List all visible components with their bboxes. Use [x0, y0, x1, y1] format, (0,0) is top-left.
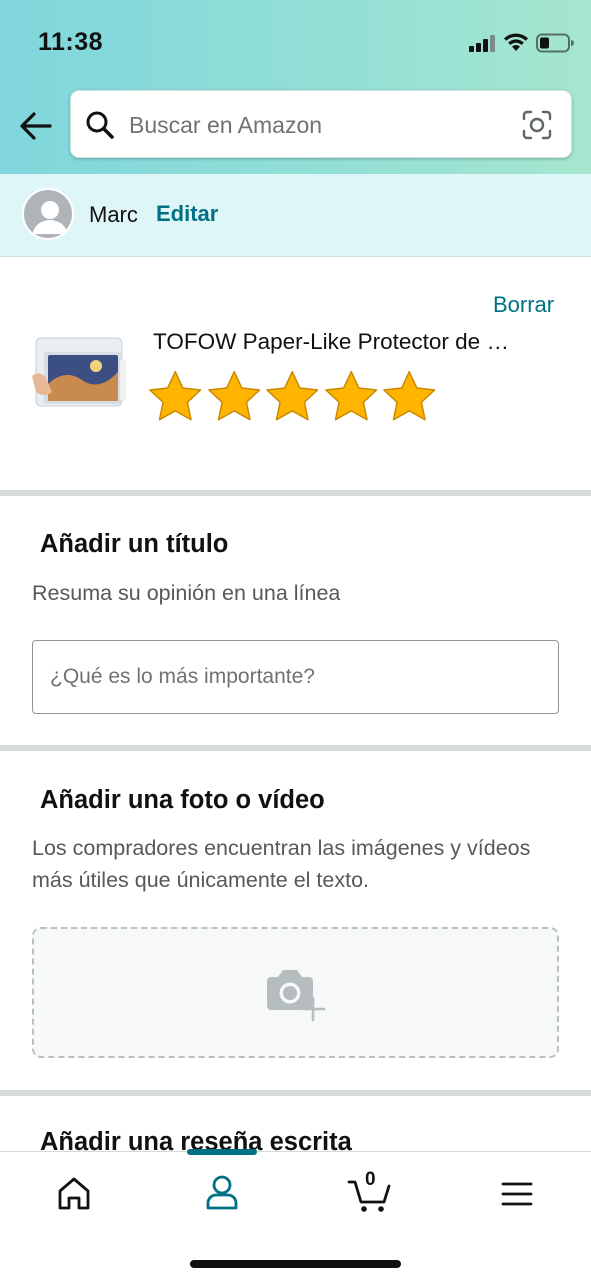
star-icon[interactable] — [263, 368, 322, 426]
camera-plus-icon — [267, 970, 326, 1022]
wifi-icon — [504, 33, 528, 51]
camera-scan-icon[interactable] — [522, 110, 552, 140]
user-name: Marc — [89, 202, 138, 227]
star-icon[interactable] — [322, 368, 381, 426]
search-input[interactable] — [129, 105, 509, 145]
star-rating[interactable] — [146, 368, 439, 426]
status-bar: 11:38 — [0, 0, 591, 86]
bottom-tab-bar: 0 — [0, 1149, 591, 1280]
home-indicator — [190, 1260, 401, 1268]
delete-link[interactable]: Borrar — [493, 292, 554, 318]
review-title-field[interactable] — [32, 640, 559, 714]
media-section-heading: Añadir una foto o vídeo — [40, 786, 325, 814]
section-divider — [0, 745, 591, 751]
cart-count: 0 — [365, 1169, 376, 1190]
cart-button[interactable]: 0 — [343, 1169, 403, 1214]
search-icon — [86, 111, 114, 139]
media-upload-dropzone[interactable] — [32, 927, 559, 1058]
section-divider — [0, 490, 591, 496]
active-tab-indicator — [187, 1149, 257, 1155]
product-card: Borrar TOFOW Paper-Like Protector de … — [0, 258, 591, 490]
star-icon[interactable] — [380, 368, 439, 426]
section-divider — [0, 1090, 591, 1096]
header: 11:38 — [0, 0, 591, 174]
edit-profile-link[interactable]: Editar — [156, 201, 218, 227]
title-section-heading: Añadir un título — [40, 530, 229, 558]
avatar[interactable] — [22, 188, 74, 240]
home-icon[interactable] — [44, 1170, 104, 1214]
menu-icon[interactable] — [487, 1170, 547, 1214]
star-icon[interactable] — [146, 368, 205, 426]
user-silhouette-icon — [33, 201, 67, 234]
cellular-signal-icon — [469, 35, 495, 52]
media-section-description: Los compradores encuentran las imágenes … — [32, 836, 531, 892]
search-bar[interactable] — [70, 90, 572, 158]
product-thumbnail — [32, 337, 126, 407]
user-icon[interactable] — [192, 1170, 252, 1214]
user-profile-bar: Marc Editar — [0, 174, 591, 257]
status-time: 11:38 — [38, 28, 104, 56]
back-arrow-icon[interactable] — [16, 108, 56, 144]
star-icon[interactable] — [205, 368, 264, 426]
battery-icon — [536, 33, 574, 53]
review-title-input[interactable] — [33, 641, 558, 713]
title-section-subtitle: Resuma su opinión en una línea — [32, 581, 341, 605]
product-title: TOFOW Paper-Like Protector de … — [153, 329, 509, 354]
